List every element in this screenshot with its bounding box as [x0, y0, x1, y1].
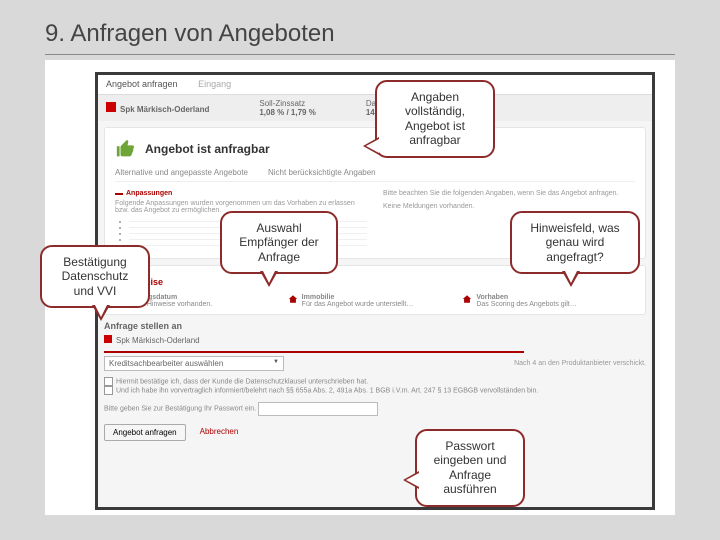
password-input[interactable]: [258, 402, 378, 416]
tab-secondary[interactable]: Eingang: [198, 79, 231, 89]
submit-button[interactable]: Angebot anfragen: [104, 424, 186, 441]
header-col2: Soll-Zinssatz1,08 % / 1,79 %: [259, 99, 315, 117]
subtab-1[interactable]: Alternative und angepasste Angebote: [115, 168, 248, 177]
slide-title: 9. Anfragen von Angeboten: [45, 20, 335, 48]
house-icon: [288, 294, 298, 304]
title-rule: [45, 54, 675, 55]
callout-angaben: Angaben vollständig, Angebot ist anfragb…: [375, 80, 495, 158]
recipient-dropdown[interactable]: Kreditsachbearbeiter auswählen: [104, 356, 284, 371]
callout-bestaetigung: Bestätigung Datenschutz und VVI: [40, 245, 150, 308]
consent-checkbox-2[interactable]: [104, 386, 113, 395]
callout-auswahl: Auswahl Empfänger der Anfrage: [220, 211, 338, 274]
status-title: Angebot ist anfragbar: [145, 142, 270, 156]
thumbs-up-icon: [115, 138, 137, 160]
callout-passwort: Passwort eingeben und Anfrage ausführen: [415, 429, 525, 507]
consent-checkbox-1[interactable]: [104, 377, 113, 386]
hint-item-3: VorhabenDas Scoring des Angebots gilt…: [462, 294, 637, 308]
password-row: Bitte geben Sie zur Bestätigung Ihr Pass…: [104, 402, 646, 416]
bank-name: Spk Märkisch-Oderland: [120, 105, 209, 114]
consent-block: Hiermit bestätige ich, dass der Kunde di…: [104, 377, 646, 396]
send-block: Anfrage stellen an Spk Märkisch-Oderland…: [104, 321, 646, 371]
right-note: Nach 4 an den Produktanbieter verschickt…: [514, 360, 646, 367]
tab-active[interactable]: Angebot anfragen: [106, 79, 178, 89]
cancel-button[interactable]: Abbrechen: [192, 424, 247, 441]
subtab-2[interactable]: Nicht berücksichtigte Angaben: [268, 168, 376, 177]
bank-icon: [106, 102, 116, 112]
house-icon: [462, 294, 472, 304]
callout-hinweisfeld: Hinweisfeld, was genau wird angefragt?: [510, 211, 640, 274]
hint-item-2: ImmobilieFür das Angebot wurde unterstel…: [288, 294, 463, 308]
